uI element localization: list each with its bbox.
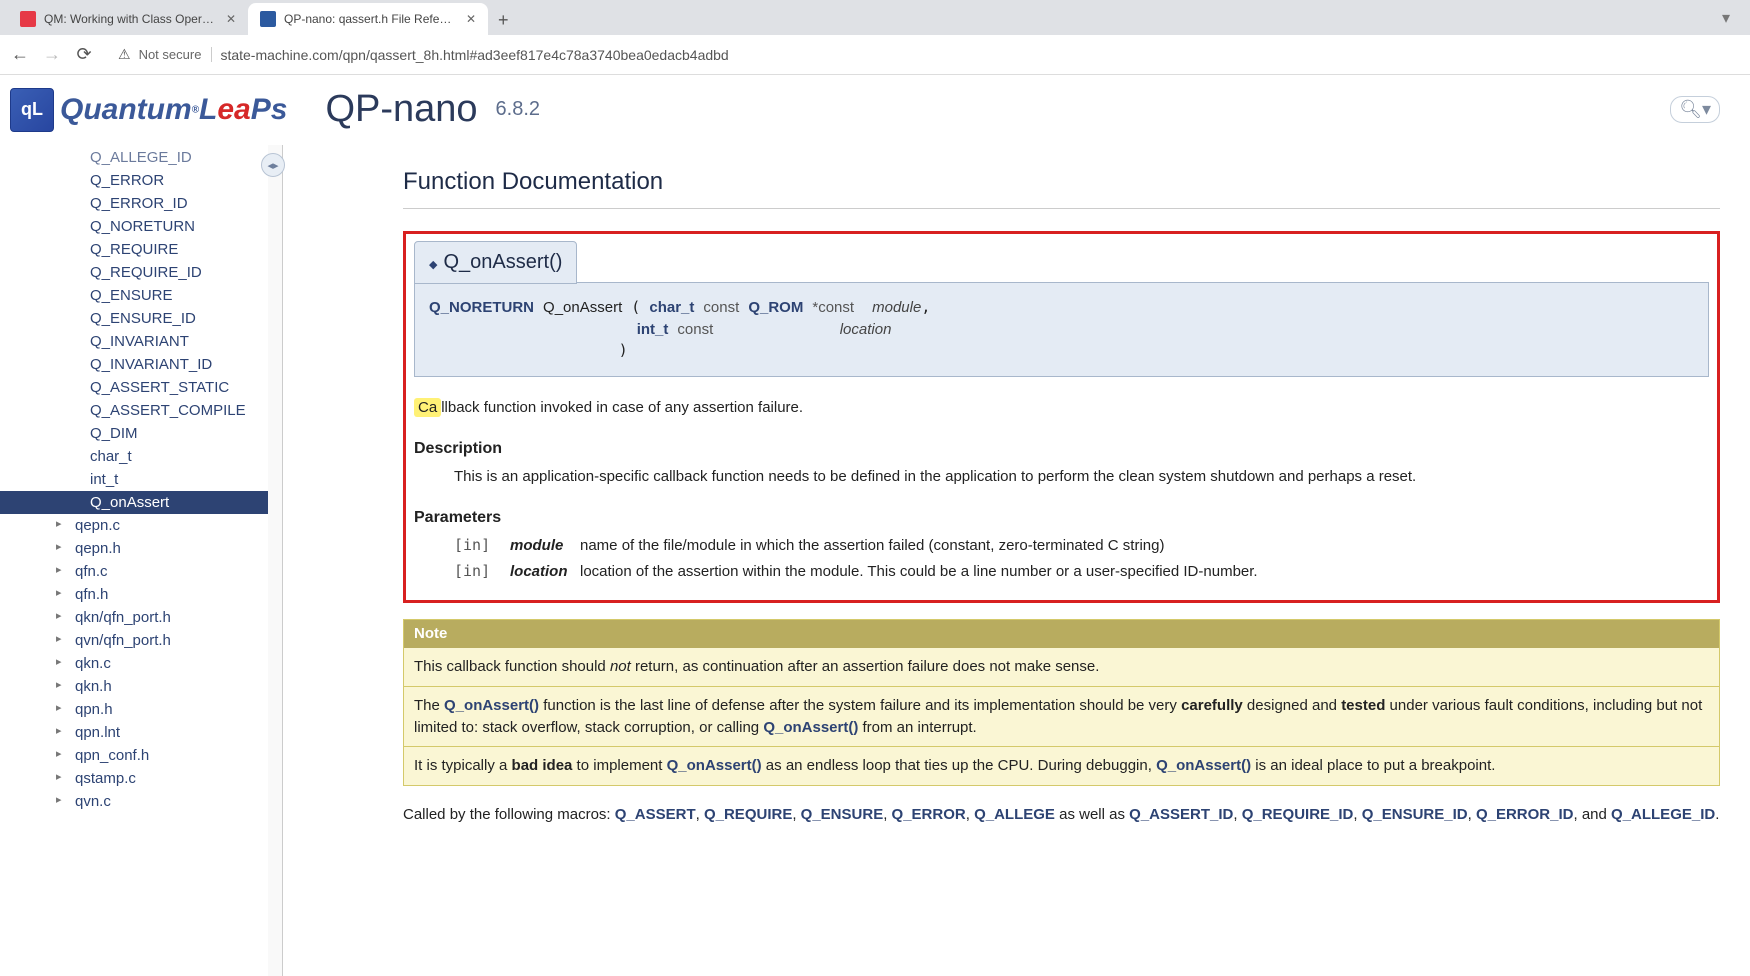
nav-item[interactable]: Q_ASSERT_COMPILE: [0, 399, 268, 422]
function-name-tab[interactable]: ◆Q_onAssert(): [414, 241, 577, 284]
search-icon[interactable]: 🔍︎▾: [1670, 96, 1720, 123]
nav-item[interactable]: Q_INVARIANT: [0, 330, 268, 353]
logo-text: Quantum®LeaPs: [60, 93, 287, 127]
section-heading: Function Documentation: [403, 165, 1720, 209]
main-content[interactable]: Function Documentation ◆Q_onAssert() Q_N…: [283, 145, 1750, 976]
favicon-icon: [20, 11, 36, 27]
nav-file[interactable]: qpn_conf.h: [0, 744, 268, 767]
brief-description: Callback function invoked in case of any…: [414, 397, 1709, 419]
project-version: 6.8.2: [496, 98, 540, 121]
nav-file[interactable]: qkn.c: [0, 652, 268, 675]
nav-item[interactable]: Q_REQUIRE_ID: [0, 261, 268, 284]
param-row: [in] location location of the assertion …: [454, 561, 1709, 583]
nav-file[interactable]: qvn/qfn_port.h: [0, 629, 268, 652]
diamond-icon: ◆: [429, 259, 437, 271]
logo[interactable]: qL Quantum®LeaPs: [10, 88, 287, 132]
forward-button[interactable]: →: [42, 45, 62, 65]
nav-tree[interactable]: Q_ALLEGE_ID Q_ERROR Q_ERROR_ID Q_NORETUR…: [0, 145, 268, 976]
nav-file[interactable]: qfn.c: [0, 560, 268, 583]
window-controls-icon[interactable]: ▾: [1722, 8, 1730, 28]
browser-addressbar: ← → ⟳ ⚠ Not secure state-machine.com/qpn…: [0, 35, 1750, 75]
new-tab-button[interactable]: +: [488, 6, 519, 35]
fn-link[interactable]: Q_onAssert(): [667, 757, 762, 774]
nav-item[interactable]: Q_ENSURE_ID: [0, 307, 268, 330]
nav-item[interactable]: Q_ERROR: [0, 169, 268, 192]
nav-item[interactable]: Q_ALLEGE_ID: [0, 149, 268, 169]
parameters-heading: Parameters: [414, 506, 1709, 529]
nav-file[interactable]: qpn.h: [0, 698, 268, 721]
note-row: This callback function should not return…: [404, 648, 1719, 687]
nav-item[interactable]: Q_ERROR_ID: [0, 192, 268, 215]
nav-file[interactable]: qvn.c: [0, 790, 268, 813]
nav-file[interactable]: qfn.h: [0, 583, 268, 606]
fn-link[interactable]: Q_onAssert(): [444, 697, 539, 714]
note-title: Note: [404, 620, 1719, 648]
macro-link[interactable]: Q_ALLEGE_ID: [1611, 806, 1715, 823]
nav-item[interactable]: Q_NORETURN: [0, 215, 268, 238]
highlight-marker: Ca: [414, 398, 441, 417]
nav-item[interactable]: Q_ASSERT_STATIC: [0, 376, 268, 399]
close-icon[interactable]: ✕: [466, 12, 476, 26]
description-heading: Description: [414, 437, 1709, 460]
reload-button[interactable]: ⟳: [74, 45, 94, 65]
nav-file[interactable]: qepn.h: [0, 537, 268, 560]
nav-item[interactable]: int_t: [0, 468, 268, 491]
parameters-table: [in] module name of the file/module in w…: [454, 535, 1709, 583]
note-box: Note This callback function should not r…: [403, 619, 1720, 786]
close-icon[interactable]: ✕: [226, 12, 236, 26]
nav-item[interactable]: Q_INVARIANT_ID: [0, 353, 268, 376]
function-detail-box: ◆Q_onAssert() Q_NORETURN Q_onAssert ( ch…: [403, 231, 1720, 604]
description-body: This is an application-specific callback…: [454, 466, 1709, 488]
nav-file[interactable]: qepn.c: [0, 514, 268, 537]
browser-tab-0[interactable]: QM: Working with Class Operati… ✕: [8, 3, 248, 35]
security-warning-icon: ⚠: [118, 46, 131, 63]
url-text: state-machine.com/qpn/qassert_8h.html#ad…: [220, 47, 728, 63]
macro-link[interactable]: Q_ASSERT: [615, 806, 696, 823]
doc-header: qL Quantum®LeaPs QP-nano 6.8.2 🔍︎▾: [0, 75, 1750, 145]
macro-link[interactable]: Q_ERROR_ID: [1476, 806, 1574, 823]
browser-tabstrip: QM: Working with Class Operati… ✕ QP-nan…: [0, 0, 1750, 35]
fn-link[interactable]: Q_onAssert(): [1156, 757, 1251, 774]
nav-item[interactable]: Q_ENSURE: [0, 284, 268, 307]
note-row: The Q_onAssert() function is the last li…: [404, 687, 1719, 748]
nav-item[interactable]: char_t: [0, 445, 268, 468]
security-label: Not secure: [139, 47, 213, 62]
url-input[interactable]: ⚠ Not secure state-machine.com/qpn/qasse…: [106, 42, 1740, 67]
logo-icon: qL: [10, 88, 54, 132]
back-button[interactable]: ←: [10, 45, 30, 65]
fn-link[interactable]: Q_onAssert(): [763, 719, 858, 736]
tab-title: QM: Working with Class Operati…: [44, 12, 214, 26]
nav-file[interactable]: qkn/qfn_port.h: [0, 606, 268, 629]
nav-item[interactable]: Q_DIM: [0, 422, 268, 445]
macro-link[interactable]: Q_REQUIRE: [704, 806, 792, 823]
sidebar: ◂▸ Q_ALLEGE_ID Q_ERROR Q_ERROR_ID Q_NORE…: [0, 145, 283, 976]
macro-link[interactable]: Q_REQUIRE_ID: [1242, 806, 1354, 823]
favicon-icon: [260, 11, 276, 27]
nav-item[interactable]: Q_REQUIRE: [0, 238, 268, 261]
macro-link[interactable]: Q_ERROR: [892, 806, 966, 823]
nav-file[interactable]: qstamp.c: [0, 767, 268, 790]
macro-link[interactable]: Q_ENSURE_ID: [1362, 806, 1468, 823]
macro-link[interactable]: Q_ALLEGE: [974, 806, 1055, 823]
project-title: QP-nano: [325, 88, 477, 131]
function-signature: Q_NORETURN Q_onAssert ( char_t const Q_R…: [414, 282, 1709, 377]
nav-item-active[interactable]: Q_onAssert: [0, 491, 268, 514]
macro-link[interactable]: Q_ENSURE: [801, 806, 884, 823]
macro-link[interactable]: Q_ASSERT_ID: [1129, 806, 1233, 823]
param-row: [in] module name of the file/module in w…: [454, 535, 1709, 557]
nav-file[interactable]: qpn.lnt: [0, 721, 268, 744]
nav-file[interactable]: qkn.h: [0, 675, 268, 698]
called-by: Called by the following macros: Q_ASSERT…: [403, 804, 1720, 826]
note-row: It is typically a bad idea to implement …: [404, 747, 1719, 785]
browser-tab-1[interactable]: QP-nano: qassert.h File Referenc… ✕: [248, 3, 488, 35]
tab-title: QP-nano: qassert.h File Referenc…: [284, 12, 454, 26]
